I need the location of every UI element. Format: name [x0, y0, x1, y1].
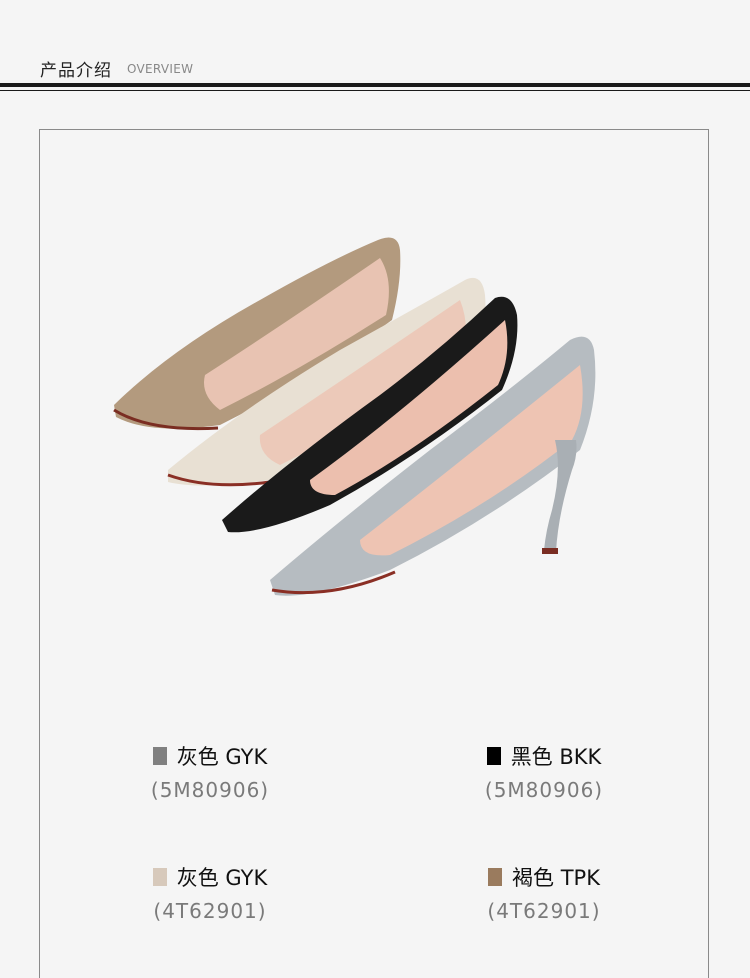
variant-code: (4T62901) — [487, 899, 601, 923]
section-subtitle: OVERVIEW — [127, 62, 194, 76]
section-title: 产品介绍 — [40, 61, 112, 81]
variant-code: (4T62901) — [153, 899, 267, 923]
variant-item: 灰色 GYK (5M80906) — [80, 742, 340, 802]
variant-item: 褐色 TPK (4T62901) — [414, 863, 674, 923]
product-image — [113, 237, 596, 596]
variant-name: 灰色 GYK — [176, 866, 268, 890]
header-divider-thin — [0, 90, 750, 91]
variant-name: 灰色 GYK — [176, 745, 268, 769]
variant-name: 黑色 BKK — [510, 745, 602, 769]
color-swatch — [488, 868, 503, 886]
variant-item: 灰色 GYK (4T62901) — [80, 863, 340, 923]
section-header: 产品介绍 OVERVIEW — [0, 0, 750, 92]
variant-code: (5M80906) — [150, 778, 270, 802]
color-swatch — [152, 747, 167, 765]
variant-item: 黑色 BKK (5M80906) — [414, 742, 674, 802]
variant-name: 褐色 TPK — [512, 866, 600, 890]
header-divider-thick — [0, 83, 750, 87]
variant-code: (5M80906) — [484, 778, 604, 802]
color-swatch — [486, 747, 501, 765]
color-swatch — [152, 868, 167, 886]
product-overview-frame: 灰色 GYK (5M80906) 黑色 BKK (5M80906) 灰色 GYK… — [39, 129, 709, 978]
